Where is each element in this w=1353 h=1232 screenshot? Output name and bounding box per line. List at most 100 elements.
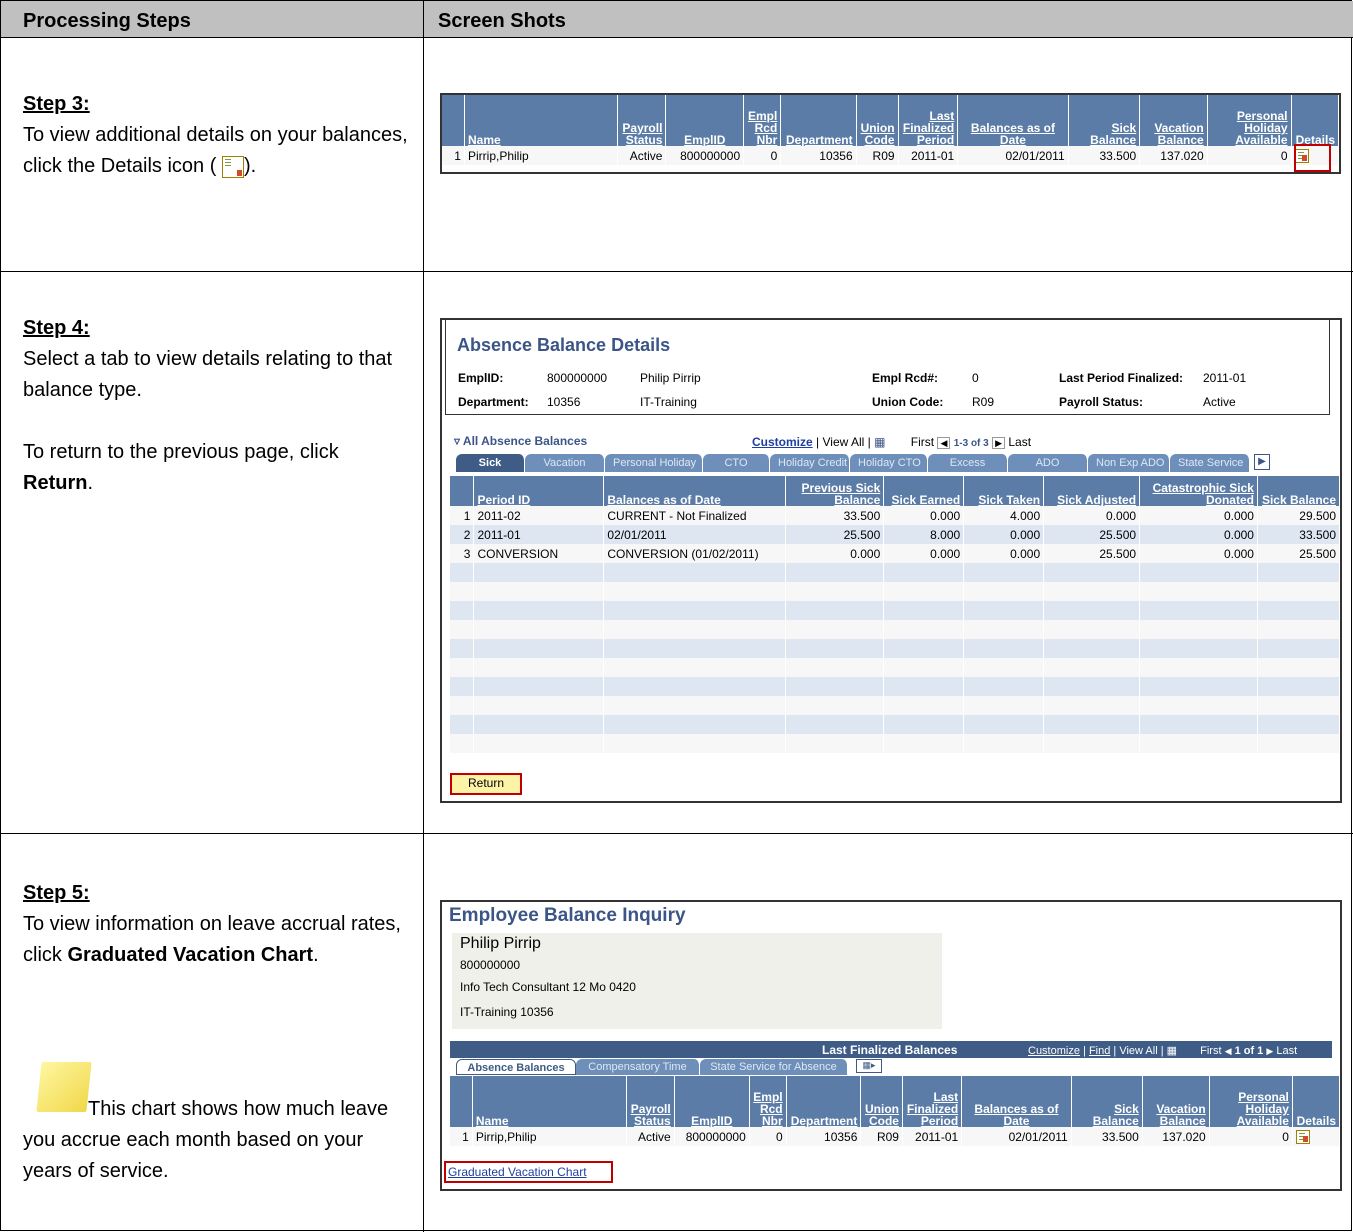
table-cell	[1139, 582, 1258, 601]
step-4-body: Select a tab to view details relating to…	[23, 348, 393, 401]
col-personal-holiday[interactable]: Personal Holiday Available	[1207, 95, 1292, 146]
employee-id: 800000000	[460, 958, 521, 972]
table-cell	[473, 677, 605, 696]
col-empl-rcd[interactable]: Empl Rcd Nbr	[749, 1076, 787, 1127]
col-empl-rcd[interactable]: Empl Rcd Nbr	[743, 95, 782, 146]
find-link[interactable]: Find	[1089, 1045, 1110, 1057]
col-name[interactable]: Name	[472, 1076, 628, 1127]
col-period-id[interactable]: Period ID	[473, 476, 605, 506]
step-3-body-end: ).	[243, 155, 257, 177]
col-balances-date[interactable]: Balances as of Date	[961, 1076, 1072, 1127]
step-4-body2: To return to the previous page, click	[23, 441, 339, 463]
col-last-finalized[interactable]: Last Finalized Period	[898, 95, 959, 146]
last-link[interactable]: Last	[1276, 1045, 1297, 1057]
table-cell	[1043, 734, 1141, 753]
col-last-finalized[interactable]: Last Finalized Period	[902, 1076, 963, 1127]
tab-ado[interactable]: ADO	[1008, 454, 1088, 472]
grid-icon[interactable]: ▦	[1167, 1045, 1177, 1057]
col-balances-date[interactable]: Balances as of Date	[603, 476, 787, 506]
table-cell: 3	[450, 544, 475, 563]
col-personal-holiday[interactable]: Personal Holiday Available	[1209, 1076, 1293, 1127]
graduated-vacation-chart-link[interactable]: Graduated Vacation Chart	[448, 1165, 587, 1179]
table-cell: CURRENT - Not Finalized	[603, 506, 787, 525]
col-sick-balance[interactable]: Sick Balance	[1071, 1076, 1143, 1127]
tab-holiday-credit[interactable]: Holiday Credit	[770, 454, 850, 472]
col-emplid[interactable]: EmplID	[665, 95, 745, 146]
more-tabs-icon[interactable]: ▶	[1254, 454, 1270, 470]
table-cell	[1043, 620, 1141, 639]
tab-personal-holiday[interactable]: Personal Holiday	[605, 454, 703, 472]
tab-state-service[interactable]: State Service	[1170, 454, 1250, 472]
first-link[interactable]: First	[1200, 1045, 1221, 1057]
col-emplid[interactable]: EmplID	[674, 1076, 750, 1127]
table-cell	[1043, 677, 1141, 696]
col-sick-balance[interactable]: Sick Balance	[1068, 95, 1141, 146]
tab-sick[interactable]: Sick	[456, 454, 525, 472]
row-number: 1	[442, 146, 465, 165]
header-processing-steps: Processing Steps	[1, 1, 423, 38]
col-balances-date[interactable]: Balances as of Date	[957, 95, 1069, 146]
tab-holiday-cto[interactable]: Holiday CTO	[850, 454, 928, 472]
table-cell: 1	[450, 506, 475, 525]
col-sick-earned[interactable]: Sick Earned	[883, 476, 965, 506]
cell-period: 2011-01	[898, 146, 959, 165]
view-all-link[interactable]: View All	[822, 435, 864, 449]
col-vacation-balance[interactable]: Vacation Balance	[1142, 1076, 1210, 1127]
cell-union: R09	[860, 1127, 903, 1146]
section-toggle[interactable]: ▿ All Absence Balances	[454, 434, 587, 448]
procedure-document: Processing Steps Screen Shots Step 3: To…	[0, 0, 1353, 1232]
col-name[interactable]: Name	[464, 95, 619, 146]
cell-emplid: 800000000	[665, 146, 745, 165]
view-all-link[interactable]: View All	[1119, 1045, 1157, 1057]
table-row	[450, 715, 1341, 734]
col-sick-taken[interactable]: Sick Taken	[963, 476, 1045, 506]
col-sick-adjusted[interactable]: Sick Adjusted	[1043, 476, 1141, 506]
col-sick-balance[interactable]: Sick Balance	[1257, 476, 1341, 506]
col-payroll-status[interactable]: Payroll Status	[626, 1076, 675, 1127]
col-previous-sick[interactable]: Previous Sick Balance	[785, 476, 885, 506]
grid-icon[interactable]: ▦	[874, 435, 885, 449]
col-department[interactable]: Department	[786, 1076, 862, 1127]
column-divider	[423, 1, 424, 1232]
inquiry-title: Employee Balance Inquiry	[449, 905, 686, 926]
prev-arrow-icon[interactable]: ◀	[937, 437, 951, 449]
tab-cto[interactable]: CTO	[703, 454, 770, 472]
rcd-label: Empl Rcd#:	[872, 371, 939, 385]
table-row: 1 Pirrip,Philip Active 800000000 0 10356…	[442, 146, 1340, 165]
table-cell	[603, 696, 787, 715]
tab-excess[interactable]: Excess	[928, 454, 1008, 472]
col-union-code[interactable]: Union Code	[856, 95, 899, 146]
col-payroll-status[interactable]: Payroll Status	[617, 95, 667, 146]
customize-link[interactable]: Customize	[752, 435, 813, 449]
cell-holiday: 0	[1207, 146, 1292, 165]
show-all-columns-icon[interactable]: ▦▸	[856, 1059, 882, 1073]
col-union-code[interactable]: Union Code	[860, 1076, 903, 1127]
next-arrow-icon[interactable]: ▶	[1266, 1046, 1273, 1056]
tab-non-exp-ado[interactable]: Non Exp ADO	[1088, 454, 1170, 472]
table-cell	[1043, 601, 1141, 620]
table-cell: 25.500	[1257, 544, 1341, 563]
tab-vacation[interactable]: Vacation	[525, 454, 605, 472]
details-icon[interactable]	[1295, 1129, 1310, 1144]
return-button[interactable]: Return	[450, 773, 522, 795]
next-arrow-icon[interactable]: ▶	[992, 437, 1005, 449]
tab-compensatory-time[interactable]: Compensatory Time	[576, 1059, 700, 1075]
table-cell	[785, 582, 885, 601]
table-cell	[450, 582, 475, 601]
table-cell: 0.000	[1139, 525, 1258, 544]
customize-link[interactable]: Customize	[1028, 1045, 1080, 1057]
employee-name: Philip Pirrip	[640, 371, 701, 385]
col-vacation-balance[interactable]: Vacation Balance	[1139, 95, 1208, 146]
table-cell: 2011-02	[473, 506, 605, 525]
last-link[interactable]: Last	[1008, 435, 1031, 449]
prev-arrow-icon[interactable]: ◀	[1225, 1046, 1232, 1056]
table-cell	[473, 639, 605, 658]
last-period-label: Last Period Finalized:	[1059, 371, 1184, 385]
col-department[interactable]: Department	[780, 95, 857, 146]
tab-state-service[interactable]: State Service for Absence	[700, 1059, 848, 1075]
table-cell	[1043, 582, 1141, 601]
tab-absence-balances[interactable]: Absence Balances	[456, 1059, 576, 1075]
table-cell	[603, 563, 787, 582]
first-link[interactable]: First	[911, 435, 934, 449]
col-catastrophic[interactable]: Catastrophic Sick Donated	[1139, 476, 1258, 506]
